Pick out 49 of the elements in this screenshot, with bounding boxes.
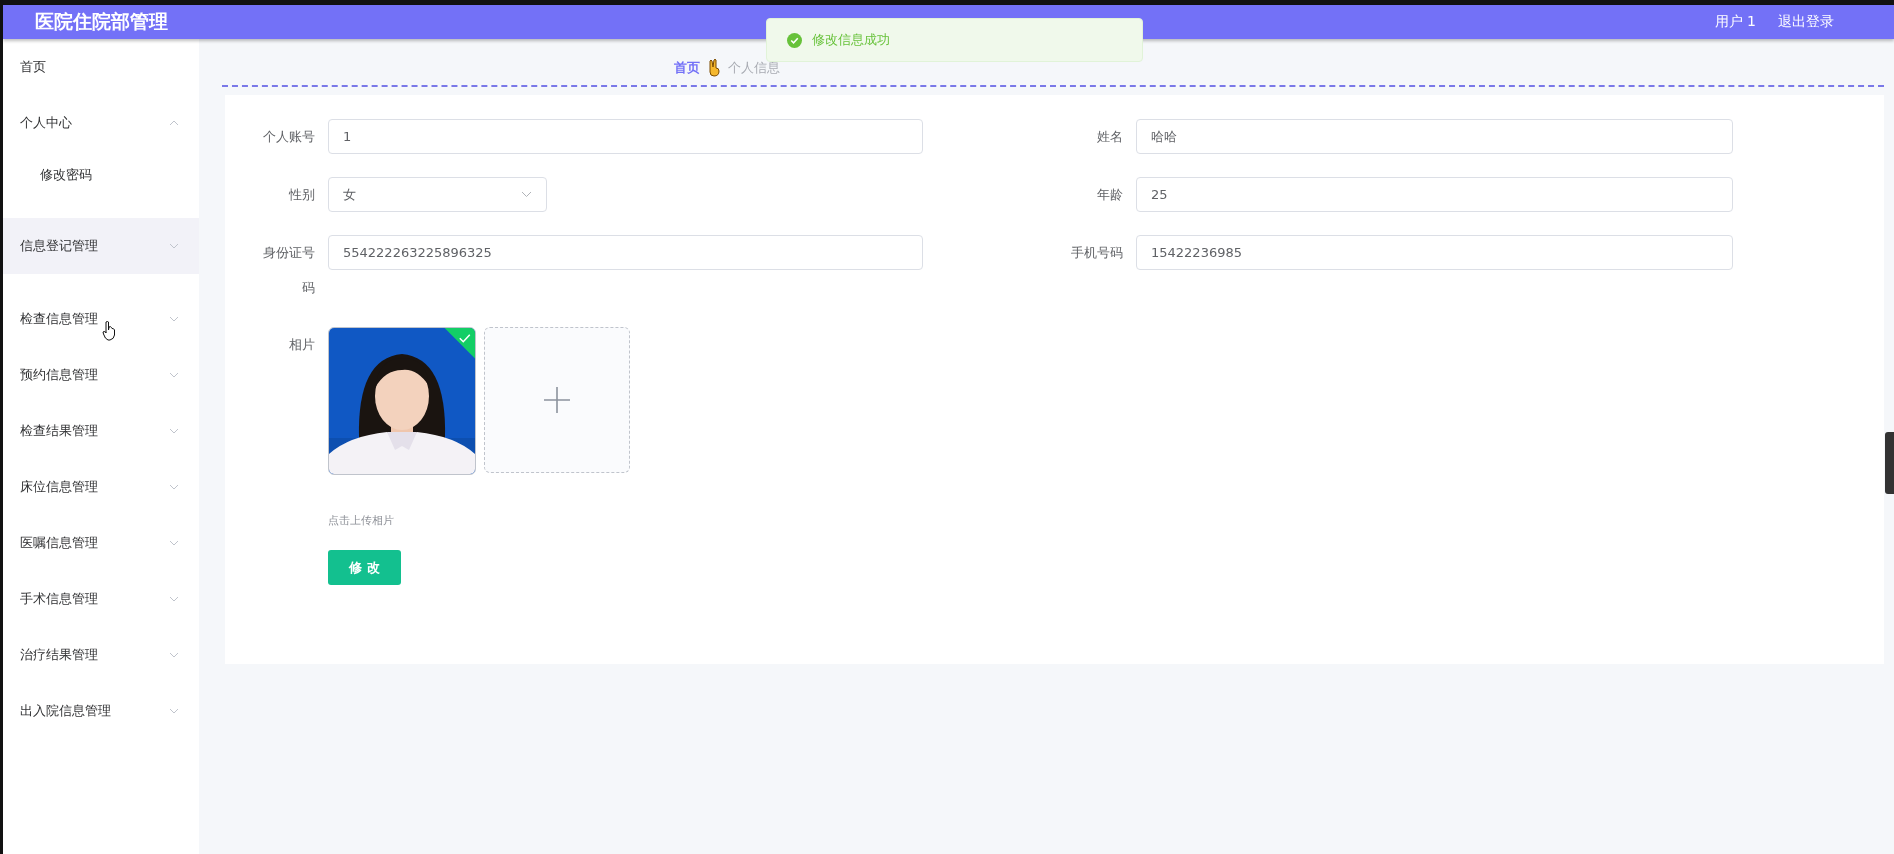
breadcrumb-current: 个人信息 — [728, 59, 780, 77]
field-label: 姓名 — [1097, 128, 1123, 146]
upload-hint: 点击上传相片 — [328, 513, 395, 528]
sidebar-item[interactable]: 首页 — [3, 39, 199, 95]
chevron-icon — [169, 596, 179, 602]
input-field[interactable]: 25 — [1136, 177, 1733, 212]
user-name: 用户 1 — [1714, 13, 1756, 31]
logout-link[interactable]: 退出登录 — [1778, 13, 1834, 31]
sidebar-item[interactable]: 检查信息管理 — [3, 291, 199, 347]
sidebar-item[interactable]: 预约信息管理 — [3, 347, 199, 403]
chevron-icon — [169, 243, 179, 249]
upload-box[interactable] — [484, 327, 630, 473]
sidebar-subitem[interactable]: 修改密码 — [3, 151, 199, 199]
chevron-icon — [169, 484, 179, 490]
breadcrumb-link[interactable]: 首页 — [674, 59, 700, 77]
field-label: 个人账号 — [263, 128, 315, 146]
pointer-cursor-icon — [102, 321, 116, 341]
select-field[interactable]: 女 — [328, 177, 547, 212]
field-label: 性别 — [289, 186, 315, 204]
chevron-icon — [169, 652, 179, 658]
toast-message: 修改信息成功 — [812, 31, 890, 49]
field-label: 年龄 — [1097, 186, 1123, 204]
chevron-icon — [169, 540, 179, 546]
input-field[interactable]: 哈哈 — [1136, 119, 1733, 154]
chevron-icon — [169, 120, 179, 126]
sidebar-item[interactable]: 治疗结果管理 — [3, 627, 199, 683]
scrollbar-thumb[interactable] — [1885, 432, 1894, 494]
input-field[interactable]: 15422236985 — [1136, 235, 1733, 270]
app-title: 医院住院部管理 — [35, 9, 168, 34]
field-label: 手机号码 — [1071, 244, 1123, 262]
sidebar-item[interactable]: 出入院信息管理 — [3, 683, 199, 739]
field-label: 身份证号码 — [262, 244, 315, 297]
hand-sign-icon — [708, 59, 720, 77]
sidebar-item[interactable]: 信息登记管理 — [3, 218, 199, 274]
sidebar-item[interactable]: 医嘱信息管理 — [3, 515, 199, 571]
input-field[interactable]: 554222263225896325 — [328, 235, 923, 270]
sidebar-item[interactable]: 床位信息管理 — [3, 459, 199, 515]
sidebar-item[interactable]: 个人中心 — [3, 95, 199, 151]
input-field[interactable]: 1 — [328, 119, 923, 154]
success-icon — [787, 32, 802, 48]
field-label: 相片 — [289, 336, 315, 354]
sidebar-item[interactable]: 手术信息管理 — [3, 571, 199, 627]
chevron-icon — [169, 316, 179, 322]
chevron-icon — [169, 708, 179, 714]
plus-icon — [544, 387, 570, 413]
chevron-icon — [521, 191, 532, 198]
chevron-icon — [169, 372, 179, 378]
sidebar-item[interactable]: 检查结果管理 — [3, 403, 199, 459]
chevron-icon — [169, 428, 179, 434]
